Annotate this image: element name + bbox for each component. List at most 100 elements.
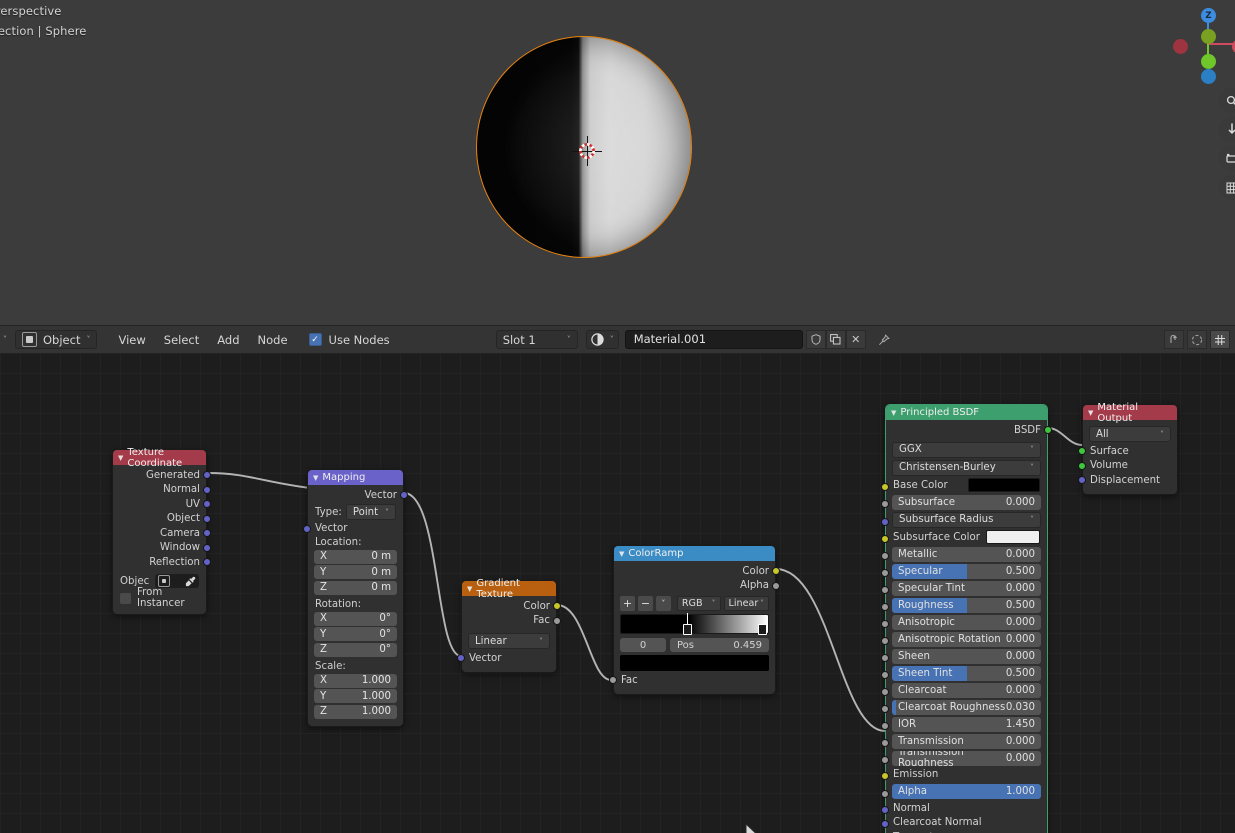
shield-icon[interactable] <box>805 330 826 349</box>
input-volume[interactable]: Volume <box>1078 459 1177 474</box>
close-icon[interactable]: ✕ <box>845 330 866 349</box>
property-base-color[interactable]: Base Color <box>892 478 1041 493</box>
socket-camera[interactable] <box>203 529 211 538</box>
socket-transmission-roughness[interactable] <box>881 756 889 764</box>
input-surface[interactable]: Surface <box>1078 444 1177 459</box>
output-uv[interactable]: UV <box>113 497 211 512</box>
hand-icon[interactable] <box>1219 117 1235 142</box>
gizmo-ball-x-neg[interactable] <box>1173 39 1188 54</box>
node-material-output[interactable]: ▼ Material Output All ˅ Surface Volume D… <box>1078 402 1178 495</box>
property-specular[interactable]: Specular 0.500 <box>892 563 1041 579</box>
socket-color[interactable] <box>553 602 561 611</box>
material-name-field[interactable]: Material.001 <box>624 330 803 349</box>
property-specular-tint[interactable]: Specular Tint 0.000 <box>892 580 1041 596</box>
output-generated[interactable]: Generated <box>113 468 211 483</box>
socket-window[interactable] <box>203 543 211 552</box>
node-header-color-ramp[interactable]: ▼ ColorRamp <box>614 546 775 561</box>
property-subsurface-radius[interactable]: Subsurface Radius ˅ <box>892 511 1041 528</box>
socket-sheen[interactable] <box>881 654 889 662</box>
colorramp-menu-button[interactable]: ˅ <box>655 596 671 611</box>
socket-subsurface-radius[interactable] <box>881 517 889 526</box>
property-metallic[interactable]: Metallic 0.000 <box>892 546 1041 562</box>
node-gradient-texture[interactable]: ▼ Gradient Texture Color Fac Linear ˅ Ve… <box>457 578 561 673</box>
property-ior[interactable]: IOR 1.450 <box>892 716 1041 732</box>
property-alpha[interactable]: Alpha 1.000 <box>892 784 1041 799</box>
object-field[interactable] <box>155 574 199 588</box>
color-mode-dropdown[interactable]: RGB ˅ <box>676 596 721 611</box>
socket-fac-in[interactable] <box>609 676 617 685</box>
property-clearcoat-normal[interactable]: Clearcoat Normal <box>886 816 1047 831</box>
editor-type-chevron-icon[interactable]: ˅ <box>0 335 7 344</box>
gradient-type-dropdown[interactable]: Linear ˅ <box>468 633 550 649</box>
colorramp-stop-selected[interactable] <box>682 613 692 637</box>
color-swatch[interactable] <box>985 530 1040 544</box>
output-color[interactable]: Color <box>614 564 780 579</box>
navigation-gizmo[interactable]: Z <box>1168 3 1235 84</box>
socket-displacement[interactable] <box>1078 476 1086 485</box>
color-swatch[interactable] <box>968 478 1040 492</box>
pin-icon[interactable] <box>874 330 894 349</box>
stop-pos-field[interactable]: Pos 0.459 <box>670 638 769 652</box>
socket-ior[interactable] <box>881 722 889 730</box>
property-subsurface[interactable]: Subsurface 0.000 <box>892 494 1041 510</box>
rotation-z[interactable]: Z 0° <box>314 642 397 657</box>
collapse-triangle-icon[interactable]: ▼ <box>891 409 896 417</box>
output-reflection[interactable]: Reflection <box>113 555 211 570</box>
scale-y[interactable]: Y 1.000 <box>314 689 397 703</box>
socket-normal[interactable] <box>203 485 211 494</box>
socket-anisotropic[interactable] <box>881 620 889 628</box>
property-sheen[interactable]: Sheen 0.000 <box>892 648 1041 664</box>
socket-specular-tint[interactable] <box>881 586 889 594</box>
node-header-mapping[interactable]: ▼ Mapping <box>308 470 403 485</box>
node-header-gradient-texture[interactable]: ▼ Gradient Texture <box>462 578 556 600</box>
socket-subsurface[interactable] <box>881 500 889 508</box>
location-z[interactable]: Z 0 m <box>314 580 397 595</box>
subsurface-method-dropdown[interactable]: Christensen-Burley ˅ <box>892 459 1041 476</box>
copy-icon[interactable] <box>825 330 846 349</box>
socket-anisotropic-rotation[interactable] <box>881 637 889 645</box>
property-subsurface-color[interactable]: Subsurface Color <box>892 530 1041 545</box>
location-x[interactable]: X 0 m <box>314 549 397 564</box>
property-sheen-tint[interactable]: Sheen Tint 0.500 <box>892 665 1041 681</box>
from-instancer-row[interactable]: From Instancer <box>119 587 200 609</box>
remove-stop-button[interactable]: − <box>637 596 653 611</box>
node-header-principled-bsdf[interactable]: ▼ Principled BSDF <box>886 405 1047 420</box>
socket-specular[interactable] <box>881 569 889 577</box>
property-anisotropic[interactable]: Anisotropic 0.000 <box>892 614 1041 630</box>
output-vector[interactable]: Vector <box>308 488 408 503</box>
camera-icon[interactable] <box>1219 146 1235 171</box>
gizmo-ball-z[interactable]: Z <box>1201 8 1216 23</box>
menu-node[interactable]: Node <box>249 326 297 354</box>
collapse-triangle-icon[interactable]: ▼ <box>118 454 123 462</box>
node-color-ramp[interactable]: ▼ ColorRamp Color Alpha + − ˅ RGB ˅ Line… <box>609 545 780 695</box>
type-row[interactable]: Type: Point ˅ <box>314 504 397 520</box>
collapse-triangle-icon[interactable]: ▼ <box>619 550 624 558</box>
output-normal[interactable]: Normal <box>113 483 211 498</box>
distribution-dropdown[interactable]: GGX ˅ <box>892 441 1041 458</box>
socket-clearcoat[interactable] <box>881 688 889 696</box>
socket-surface[interactable] <box>1078 447 1086 456</box>
input-vector[interactable]: Vector <box>303 522 403 537</box>
rotation-y[interactable]: Y 0° <box>314 627 397 641</box>
property-anisotropic-rotation[interactable]: Anisotropic Rotation 0.000 <box>892 631 1041 647</box>
gizmo-ball-z-neg[interactable] <box>1201 69 1216 84</box>
socket-object[interactable] <box>203 514 211 523</box>
property-roughness[interactable]: Roughness 0.500 <box>892 597 1041 613</box>
node-principled-bsdf[interactable]: ▼ Principled BSDF BSDF GGX ˅ Christensen… <box>881 404 1052 833</box>
socket-roughness[interactable] <box>881 603 889 611</box>
socket-alpha[interactable] <box>881 789 889 798</box>
stop-color-swatch[interactable] <box>620 655 769 671</box>
stop-index-field[interactable]: 0 <box>620 638 666 652</box>
menu-select[interactable]: Select <box>155 326 208 354</box>
property-normal[interactable]: Normal <box>886 801 1047 816</box>
socket-color[interactable] <box>772 567 780 576</box>
collapse-triangle-icon[interactable]: ▼ <box>1088 409 1093 417</box>
location-y[interactable]: Y 0 m <box>314 565 397 579</box>
zoom-icon[interactable] <box>1219 88 1235 113</box>
from-instancer-checkbox[interactable] <box>120 592 131 604</box>
socket-subsurface-color[interactable] <box>881 535 889 543</box>
socket-vector-out[interactable] <box>400 491 408 500</box>
rotation-x[interactable]: X 0° <box>314 611 397 626</box>
material-browse-dropdown[interactable]: ˅ <box>585 330 619 349</box>
socket-alpha[interactable] <box>772 581 780 590</box>
